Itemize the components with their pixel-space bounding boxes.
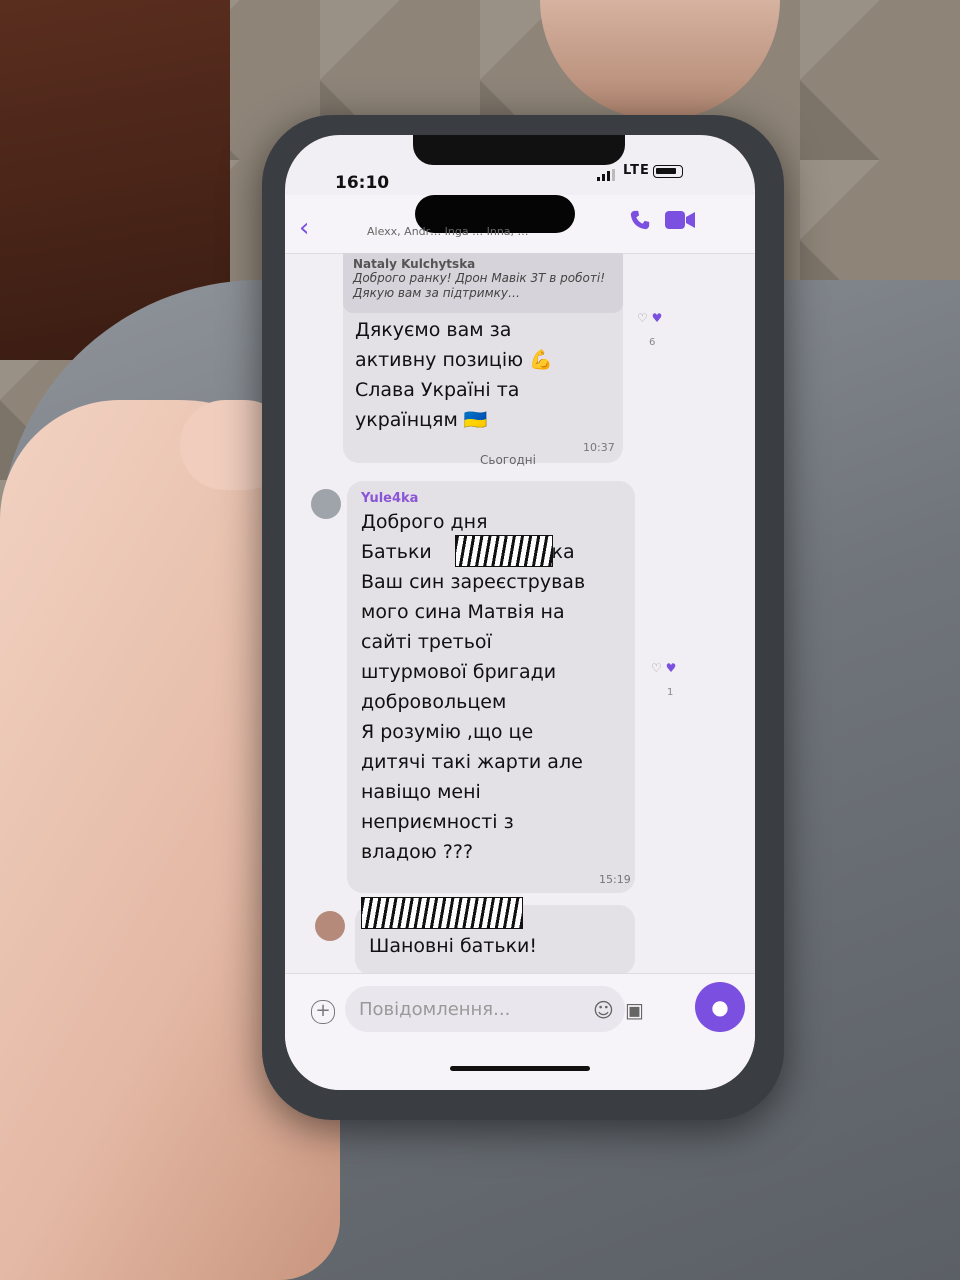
- network-label: LTE: [623, 163, 650, 178]
- heart-outline-icon[interactable]: ♡: [637, 311, 648, 325]
- message-line: мого сина Матвія на: [361, 601, 565, 623]
- redacted-sender: [361, 897, 523, 929]
- message-line: дитячі такі жарти але: [361, 751, 583, 773]
- avatar[interactable]: [311, 489, 341, 519]
- avatar[interactable]: [315, 911, 345, 941]
- video-icon[interactable]: [665, 209, 695, 231]
- message-time: 15:19: [599, 873, 631, 886]
- status-time: 16:10: [335, 173, 390, 193]
- phone-screen: 16:10 LTE ‹ Alexx, Andr… Inga … Inna, … …: [285, 135, 755, 1090]
- chat-area[interactable]: Nataly Kulchytska Доброго ранку! Дрон Ма…: [285, 253, 755, 1056]
- reaction-count: 6: [649, 337, 656, 348]
- reaction-count: 1: [667, 687, 674, 698]
- message-input[interactable]: Повідомлення... ☺ ▣: [345, 986, 644, 1032]
- message-line: Я розумію ,що це: [361, 721, 534, 743]
- heart-icon[interactable]: ♥: [666, 661, 677, 675]
- signal-icon: [597, 169, 615, 181]
- plus-icon[interactable]: +: [311, 1000, 335, 1024]
- message-line: Шановні батьки!: [369, 935, 538, 957]
- reactions[interactable]: ♡ ♥: [651, 661, 676, 675]
- emoji-icon[interactable]: ☺: [593, 998, 614, 1022]
- chat-header: ‹ Alexx, Andr… Inga … Inna, …: [285, 195, 755, 254]
- message-line: Дякуємо вам за: [355, 319, 512, 341]
- message-line: неприємності з: [361, 811, 514, 833]
- message-line: Доброго дня: [361, 511, 488, 533]
- message-line: Слава Україні та: [355, 379, 520, 401]
- sticker-icon[interactable]: ▣: [625, 998, 644, 1022]
- message-bubble[interactable]: Yule4ka Доброго дня Батьки ака Ваш син з…: [347, 481, 635, 893]
- participants-list: Alexx, Andr… Inga … Inna, …: [367, 225, 529, 238]
- message-bubble[interactable]: Nataly Kulchytska Доброго ранку! Дрон Ма…: [343, 253, 623, 463]
- input-placeholder: Повідомлення...: [359, 999, 511, 1020]
- quoted-message[interactable]: Nataly Kulchytska Доброго ранку! Дрон Ма…: [343, 253, 623, 313]
- redaction-scribble: [455, 535, 553, 567]
- sender-name[interactable]: Yule4ka: [361, 491, 418, 506]
- home-indicator: [450, 1066, 590, 1071]
- back-icon[interactable]: ‹: [299, 215, 309, 241]
- message-line-start: Батьки: [361, 541, 432, 563]
- message-line: навіщо мені: [361, 781, 481, 803]
- message-line: сайті третьої: [361, 631, 492, 653]
- message-line: штурмової бригади: [361, 661, 557, 683]
- heart-outline-icon[interactable]: ♡: [651, 661, 662, 675]
- mic-icon: ●: [711, 995, 729, 1019]
- dynamic-island: [413, 135, 625, 165]
- message-line: активну позицію 💪: [355, 349, 553, 371]
- message-line: добровольцем: [361, 691, 507, 713]
- composer: + Повідомлення... ☺ ▣ ●: [285, 973, 755, 1090]
- quote-sender: Nataly Kulchytska: [353, 257, 476, 271]
- message-line: Ваш син зареєстрував: [361, 571, 586, 593]
- message-line: владою ???: [361, 841, 474, 863]
- message-bubble[interactable]: Шановні батьки!: [355, 897, 635, 975]
- date-separator: Сьогодні: [480, 453, 536, 467]
- call-icon[interactable]: [629, 209, 651, 231]
- battery-icon: [653, 165, 683, 178]
- quote-text: Доброго ранку! Дрон Мавік 3Т в роботі! Д…: [353, 271, 605, 300]
- heart-icon[interactable]: ♥: [652, 311, 663, 325]
- message-line: українцям 🇺🇦: [355, 409, 488, 431]
- mic-button[interactable]: ●: [695, 982, 745, 1032]
- reactions[interactable]: ♡ ♥: [637, 311, 662, 325]
- message-time: 10:37: [583, 441, 615, 454]
